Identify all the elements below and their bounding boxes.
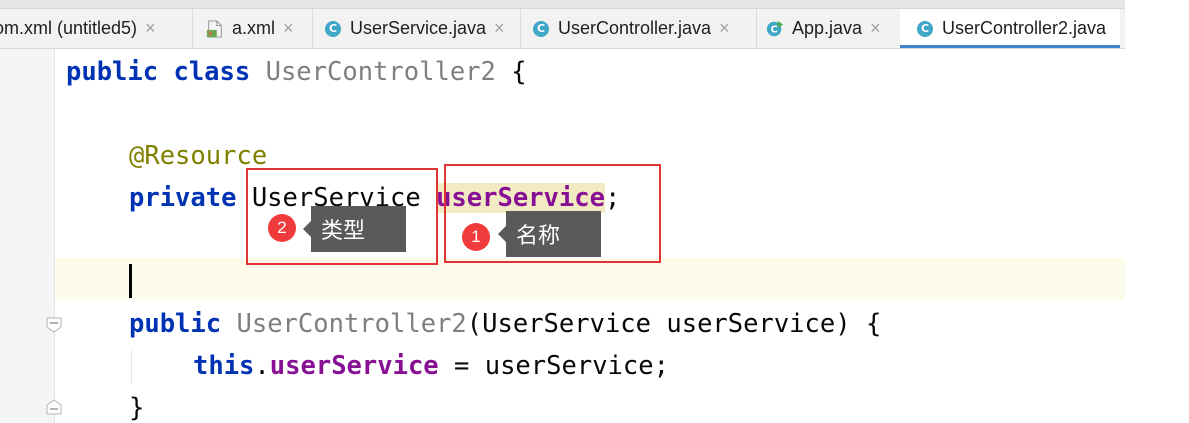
name-tooltip: 名称	[498, 211, 601, 257]
step-badge-1: 1	[462, 223, 490, 251]
xml-file-icon	[206, 19, 224, 38]
tab-label: UserController.java	[558, 18, 712, 38]
code-line-assignment[interactable]: this.userService = userService;	[193, 351, 669, 381]
step-badge-2: 2	[268, 214, 296, 242]
java-class-icon: C	[916, 20, 934, 38]
fold-start-icon[interactable]	[45, 316, 63, 334]
tab-separator	[520, 9, 521, 48]
editor-gutter	[0, 49, 54, 423]
tab-separator	[756, 9, 757, 48]
tab-label: UserController2.java	[942, 18, 1107, 38]
java-class-icon: C	[324, 20, 342, 38]
tab-usercontroller2-java[interactable]: C UserController2.java	[900, 9, 1121, 48]
tab-a-xml[interactable]: a.xml ×	[206, 9, 294, 48]
tab-userservice-java[interactable]: C UserService.java ×	[324, 9, 505, 48]
indent-guide	[131, 350, 132, 384]
java-class-icon: C	[532, 20, 550, 38]
tab-pom-xml[interactable]: om.xml (untitled5) ×	[0, 9, 156, 48]
close-icon[interactable]: ×	[283, 18, 294, 39]
close-icon[interactable]: ×	[870, 18, 881, 39]
tab-separator	[312, 9, 313, 48]
close-icon[interactable]: ×	[145, 18, 156, 39]
tab-label: a.xml	[232, 18, 276, 38]
text-cursor	[129, 264, 132, 298]
gutter-divider	[54, 49, 55, 423]
tab-app-java[interactable]: C App.java ×	[766, 9, 881, 48]
close-icon[interactable]: ×	[719, 18, 730, 39]
editor-tab-bar: om.xml (untitled5) × a.xml × C UserServi…	[0, 0, 1125, 49]
java-runnable-class-icon: C	[766, 20, 784, 38]
breadcrumb-strip	[0, 0, 1125, 9]
code-line-class-declaration[interactable]: public class UserController2 {	[66, 57, 527, 87]
svg-text:C: C	[770, 24, 777, 35]
type-tooltip: 类型	[303, 206, 406, 252]
tab-label: App.java	[792, 18, 863, 38]
code-line-closing-brace[interactable]: }	[129, 393, 144, 423]
tab-label: om.xml (untitled5)	[0, 18, 138, 38]
tab-separator	[192, 9, 193, 48]
fold-end-icon[interactable]	[45, 398, 63, 416]
tab-label: UserService.java	[350, 18, 487, 38]
code-line-annotation[interactable]: @Resource	[129, 141, 267, 171]
close-icon[interactable]: ×	[494, 18, 505, 39]
current-line-highlight	[0, 258, 1125, 300]
code-line-constructor[interactable]: public UserController2(UserService userS…	[129, 309, 881, 339]
tab-usercontroller-java[interactable]: C UserController.java ×	[532, 9, 730, 48]
